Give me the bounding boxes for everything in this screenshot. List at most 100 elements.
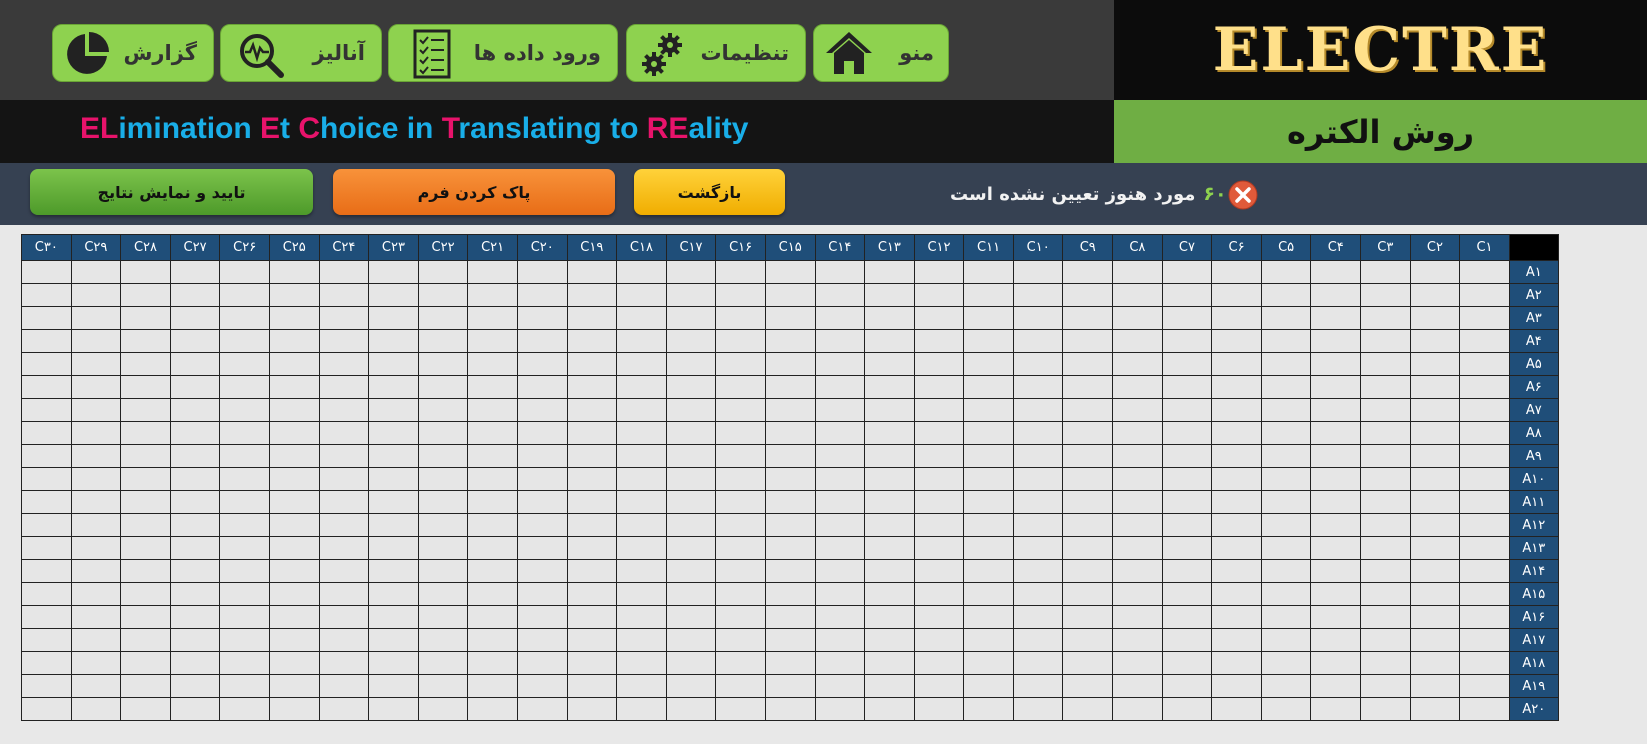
matrix-cell[interactable] bbox=[268, 605, 320, 629]
matrix-cell[interactable] bbox=[21, 260, 72, 284]
matrix-cell[interactable] bbox=[1310, 398, 1362, 422]
matrix-cell[interactable] bbox=[566, 352, 618, 376]
matrix-cell[interactable] bbox=[963, 490, 1014, 514]
matrix-cell[interactable] bbox=[814, 283, 866, 307]
matrix-cell[interactable] bbox=[566, 283, 618, 307]
matrix-cell[interactable] bbox=[70, 674, 122, 698]
matrix-cell[interactable] bbox=[764, 605, 816, 629]
matrix-cell[interactable] bbox=[1012, 260, 1064, 284]
matrix-cell[interactable] bbox=[665, 398, 717, 422]
matrix-cell[interactable] bbox=[566, 536, 618, 560]
matrix-cell[interactable] bbox=[219, 628, 270, 652]
matrix-cell[interactable] bbox=[1409, 444, 1461, 468]
matrix-cell[interactable] bbox=[1062, 352, 1114, 376]
matrix-cell[interactable] bbox=[268, 674, 320, 698]
matrix-cell[interactable] bbox=[516, 421, 568, 445]
matrix-cell[interactable] bbox=[764, 651, 816, 675]
matrix-cell[interactable] bbox=[814, 467, 866, 491]
matrix-cell[interactable] bbox=[1409, 306, 1461, 330]
matrix-cell[interactable] bbox=[715, 697, 766, 721]
matrix-cell[interactable] bbox=[764, 697, 816, 721]
matrix-cell[interactable] bbox=[1260, 674, 1312, 698]
matrix-cell[interactable] bbox=[864, 467, 915, 491]
matrix-cell[interactable] bbox=[616, 582, 667, 606]
matrix-cell[interactable] bbox=[764, 628, 816, 652]
matrix-cell[interactable] bbox=[1211, 329, 1262, 353]
matrix-cell[interactable] bbox=[1459, 398, 1510, 422]
matrix-cell[interactable] bbox=[764, 467, 816, 491]
matrix-cell[interactable] bbox=[1012, 398, 1064, 422]
matrix-cell[interactable] bbox=[467, 421, 518, 445]
matrix-cell[interactable] bbox=[1012, 605, 1064, 629]
matrix-cell[interactable] bbox=[417, 536, 469, 560]
matrix-cell[interactable] bbox=[1062, 444, 1114, 468]
matrix-cell[interactable] bbox=[1310, 375, 1362, 399]
matrix-cell[interactable] bbox=[1012, 628, 1064, 652]
matrix-cell[interactable] bbox=[1260, 375, 1312, 399]
matrix-cell[interactable] bbox=[764, 421, 816, 445]
matrix-cell[interactable] bbox=[1409, 697, 1461, 721]
matrix-cell[interactable] bbox=[1360, 306, 1411, 330]
matrix-cell[interactable] bbox=[566, 467, 618, 491]
matrix-cell[interactable] bbox=[1112, 674, 1163, 698]
matrix-cell[interactable] bbox=[268, 306, 320, 330]
matrix-cell[interactable] bbox=[516, 490, 568, 514]
matrix-cell[interactable] bbox=[1211, 582, 1262, 606]
matrix-cell[interactable] bbox=[1161, 283, 1213, 307]
matrix-cell[interactable] bbox=[764, 375, 816, 399]
matrix-cell[interactable] bbox=[417, 651, 469, 675]
matrix-cell[interactable] bbox=[268, 283, 320, 307]
matrix-cell[interactable] bbox=[120, 513, 171, 537]
matrix-cell[interactable] bbox=[1012, 375, 1064, 399]
matrix-cell[interactable] bbox=[1062, 421, 1114, 445]
matrix-cell[interactable] bbox=[1310, 490, 1362, 514]
matrix-cell[interactable] bbox=[1260, 697, 1312, 721]
matrix-cell[interactable] bbox=[417, 674, 469, 698]
matrix-cell[interactable] bbox=[219, 651, 270, 675]
matrix-cell[interactable] bbox=[1409, 375, 1461, 399]
matrix-cell[interactable] bbox=[1211, 536, 1262, 560]
matrix-cell[interactable] bbox=[368, 582, 419, 606]
matrix-cell[interactable] bbox=[665, 375, 717, 399]
matrix-cell[interactable] bbox=[814, 536, 866, 560]
matrix-cell[interactable] bbox=[913, 352, 965, 376]
matrix-cell[interactable] bbox=[21, 444, 72, 468]
matrix-cell[interactable] bbox=[318, 513, 370, 537]
matrix-cell[interactable] bbox=[120, 283, 171, 307]
matrix-cell[interactable] bbox=[219, 283, 270, 307]
matrix-cell[interactable] bbox=[368, 352, 419, 376]
matrix-cell[interactable] bbox=[1012, 306, 1064, 330]
matrix-cell[interactable] bbox=[566, 697, 618, 721]
matrix-cell[interactable] bbox=[516, 329, 568, 353]
matrix-cell[interactable] bbox=[467, 674, 518, 698]
matrix-cell[interactable] bbox=[318, 674, 370, 698]
matrix-cell[interactable] bbox=[169, 352, 221, 376]
matrix-cell[interactable] bbox=[864, 536, 915, 560]
matrix-cell[interactable] bbox=[169, 490, 221, 514]
matrix-cell[interactable] bbox=[1360, 559, 1411, 583]
matrix-cell[interactable] bbox=[1062, 283, 1114, 307]
matrix-cell[interactable] bbox=[318, 283, 370, 307]
matrix-cell[interactable] bbox=[963, 559, 1014, 583]
nav-menu-button[interactable]: منو bbox=[813, 24, 949, 82]
matrix-cell[interactable] bbox=[913, 467, 965, 491]
matrix-cell[interactable] bbox=[219, 490, 270, 514]
matrix-cell[interactable] bbox=[1161, 697, 1213, 721]
matrix-cell[interactable] bbox=[21, 490, 72, 514]
matrix-cell[interactable] bbox=[1360, 490, 1411, 514]
matrix-cell[interactable] bbox=[764, 398, 816, 422]
matrix-cell[interactable] bbox=[21, 352, 72, 376]
matrix-cell[interactable] bbox=[1062, 674, 1114, 698]
matrix-cell[interactable] bbox=[70, 398, 122, 422]
matrix-cell[interactable] bbox=[963, 605, 1014, 629]
matrix-cell[interactable] bbox=[963, 421, 1014, 445]
matrix-cell[interactable] bbox=[368, 375, 419, 399]
matrix-cell[interactable] bbox=[616, 651, 667, 675]
matrix-cell[interactable] bbox=[467, 605, 518, 629]
matrix-cell[interactable] bbox=[1211, 444, 1262, 468]
matrix-cell[interactable] bbox=[1409, 260, 1461, 284]
matrix-cell[interactable] bbox=[70, 375, 122, 399]
matrix-cell[interactable] bbox=[318, 329, 370, 353]
matrix-cell[interactable] bbox=[169, 697, 221, 721]
matrix-cell[interactable] bbox=[1161, 398, 1213, 422]
